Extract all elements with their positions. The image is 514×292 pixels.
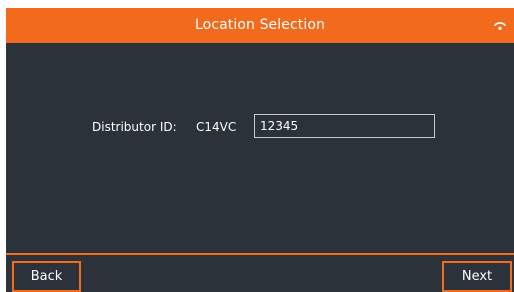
app-screen: Location Selection Distributor ID: C14VC… — [6, 8, 514, 292]
back-button[interactable]: Back — [12, 261, 81, 292]
footer-divider — [6, 253, 514, 255]
page-title: Location Selection — [195, 17, 325, 33]
distributor-form-row: Distributor ID: C14VC 12345 — [6, 114, 514, 140]
wifi-icon — [494, 22, 506, 30]
next-button[interactable]: Next — [442, 261, 512, 292]
distributor-code: C14VC — [196, 120, 237, 134]
distributor-id-label: Distributor ID: — [92, 120, 177, 134]
header-bar: Location Selection — [6, 8, 514, 43]
distributor-id-input[interactable]: 12345 — [254, 114, 435, 138]
